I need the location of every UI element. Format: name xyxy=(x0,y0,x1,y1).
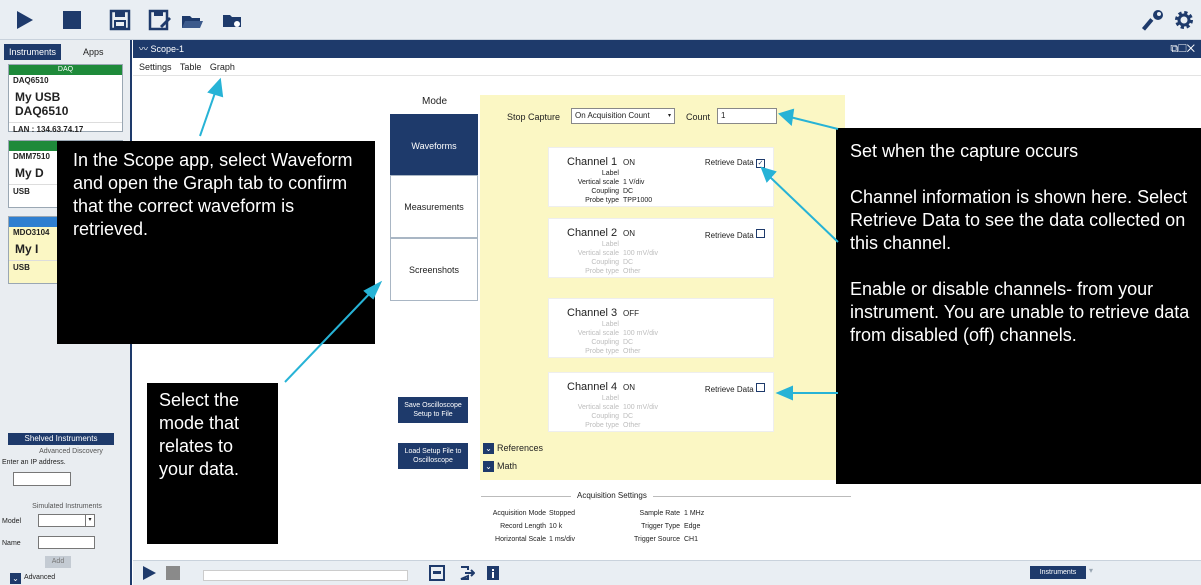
callout-arrows xyxy=(199,77,839,401)
